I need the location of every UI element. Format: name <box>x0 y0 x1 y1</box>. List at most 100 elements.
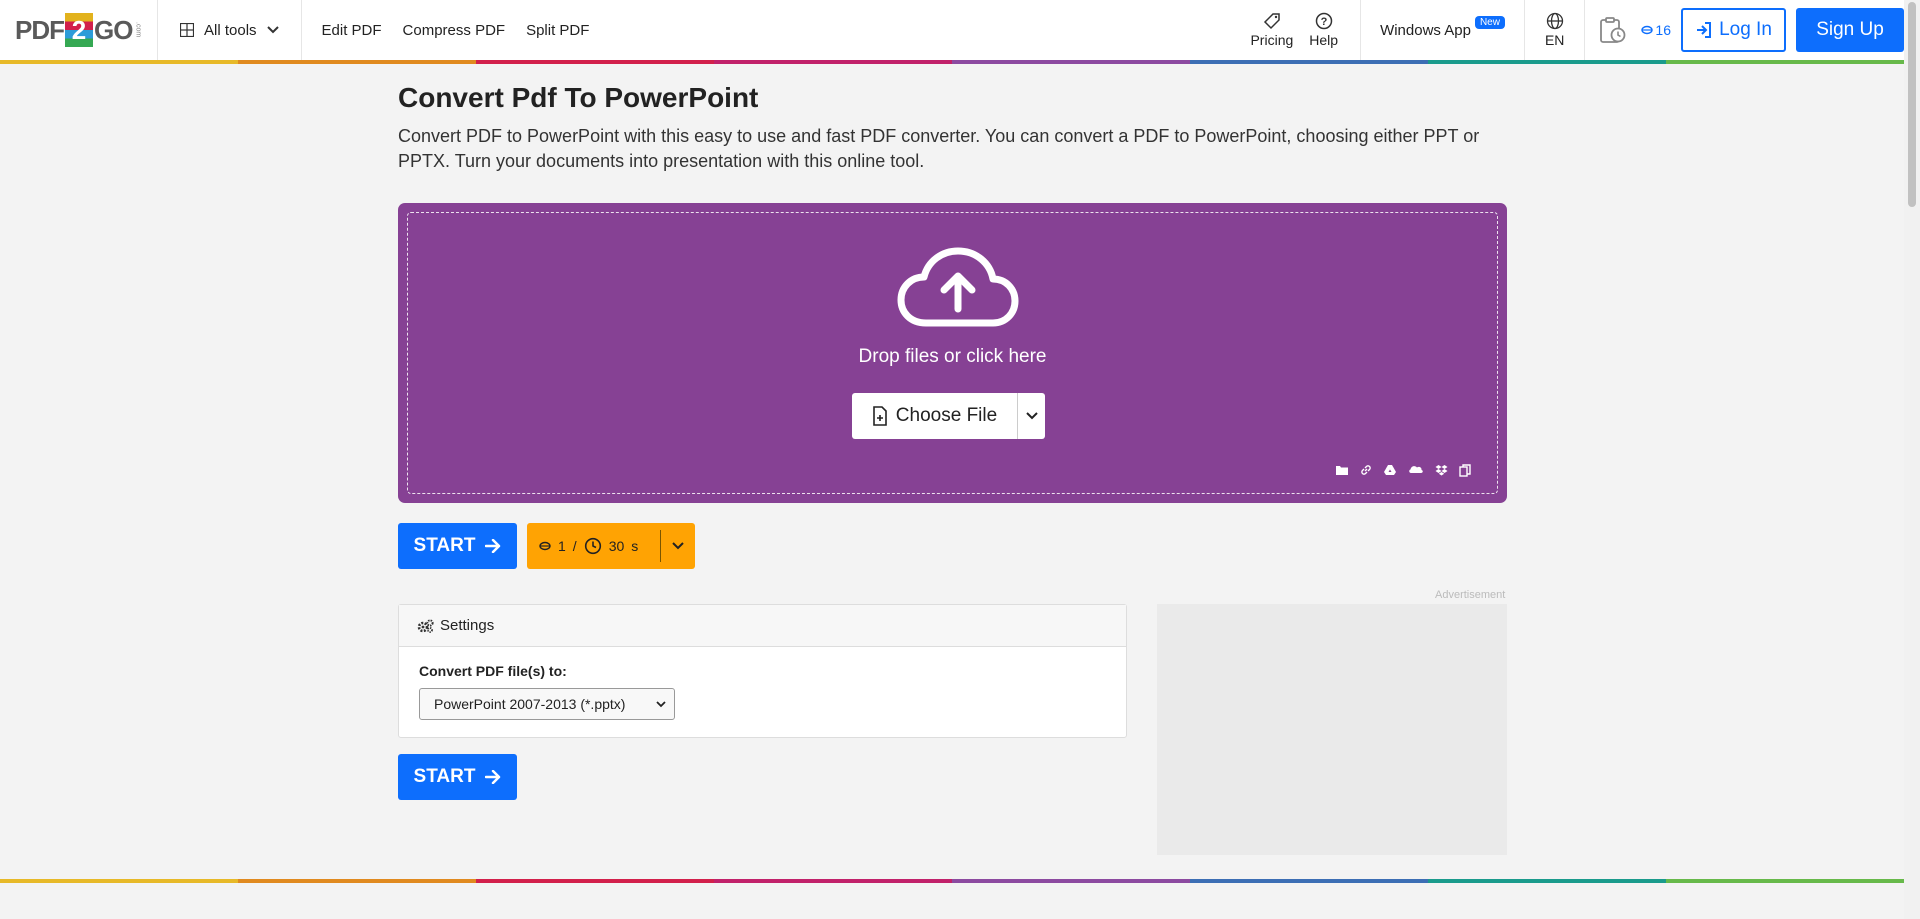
color-segment <box>238 60 476 64</box>
start-button-bottom[interactable]: START <box>398 754 517 800</box>
cost-info: 1 / 30 s <box>527 530 661 562</box>
scrollbar-thumb[interactable] <box>1908 2 1916 207</box>
color-segment <box>1666 60 1904 64</box>
format-selected-value: PowerPoint 2007-2013 (*.pptx) <box>434 696 626 712</box>
language-selector[interactable]: EN <box>1525 12 1584 48</box>
tag-icon <box>1263 13 1280 30</box>
help-button[interactable]: ? Help <box>1301 12 1346 48</box>
file-dropzone[interactable]: Drop files or click here Choose File <box>398 203 1507 503</box>
clock-icon <box>584 537 601 555</box>
link-icon[interactable] <box>1360 464 1372 477</box>
color-segment <box>714 879 952 883</box>
page-description: Convert PDF to PowerPoint with this easy… <box>398 126 1480 171</box>
question-icon: ? <box>1315 12 1332 30</box>
page-title: Convert Pdf To PowerPoint <box>398 82 759 113</box>
signup-button[interactable]: Sign Up <box>1796 8 1904 52</box>
bottom-color-bar <box>0 879 1904 883</box>
pricing-label: Pricing <box>1250 32 1294 48</box>
choose-file-button[interactable]: Choose File <box>852 393 1017 439</box>
credit-cost: 1 <box>558 538 566 554</box>
color-segment <box>1428 879 1666 883</box>
color-segment <box>1190 879 1428 883</box>
all-tools-label: All tools <box>204 21 257 39</box>
gears-icon <box>417 618 434 633</box>
color-segment <box>1428 60 1666 64</box>
advertisement-label: Advertisement <box>1435 589 1506 601</box>
start-button[interactable]: START <box>398 523 517 569</box>
main-content: Convert Pdf To PowerPoint Convert PDF to… <box>398 82 1507 855</box>
upload-sources <box>1335 464 1471 477</box>
history-button[interactable] <box>1585 15 1639 45</box>
logo-com: .com <box>134 22 142 38</box>
page-scrollbar[interactable] <box>1904 0 1920 919</box>
advertisement-box <box>1157 604 1507 855</box>
coin-icon <box>1641 25 1654 35</box>
cost-info-button[interactable]: 1 / 30 s <box>527 523 695 569</box>
login-label: Log In <box>1719 19 1772 40</box>
windows-app-link[interactable]: Windows App New <box>1361 15 1524 39</box>
globe-icon <box>1546 12 1563 30</box>
header-right: Pricing ? Help Windows App New EN 16 Log… <box>1242 0 1904 60</box>
logo[interactable]: PDF 2 GO .com <box>0 0 158 60</box>
color-segment <box>0 879 238 883</box>
convert-to-label: Convert PDF file(s) to: <box>419 663 567 679</box>
folder-icon[interactable] <box>1335 464 1349 477</box>
settings-title: Settings <box>440 617 495 634</box>
color-segment <box>952 60 1190 64</box>
nav-split-pdf[interactable]: Split PDF <box>526 22 589 39</box>
color-segment <box>1666 879 1904 883</box>
choose-file-label: Choose File <box>895 405 998 426</box>
windows-app-label: Windows App <box>1380 21 1471 39</box>
nav-links: Edit PDF Compress PDF Split PDF <box>302 22 590 39</box>
settings-header: Settings <box>399 605 1126 647</box>
nav-compress-pdf[interactable]: Compress PDF <box>403 22 506 39</box>
color-segment <box>476 879 714 883</box>
logo-two: 2 <box>65 13 93 47</box>
chevron-down-icon <box>656 700 666 707</box>
choose-file-dropdown[interactable] <box>1017 393 1045 439</box>
format-select[interactable]: PowerPoint 2007-2013 (*.pptx) <box>419 688 675 720</box>
color-segment <box>238 879 476 883</box>
time-value: 30 <box>608 538 625 554</box>
file-plus-icon <box>872 406 887 426</box>
pricing-button[interactable]: Pricing <box>1242 12 1301 48</box>
choose-file-group: Choose File <box>852 393 1045 439</box>
logo-pdf: PDF <box>15 14 65 45</box>
logo-go: GO <box>94 14 133 45</box>
start-row: START 1 / 30 s <box>398 523 695 569</box>
clipboard-clock-icon <box>1600 17 1626 43</box>
sign-in-icon <box>1697 22 1712 38</box>
google-drive-icon[interactable] <box>1383 464 1397 477</box>
color-segment <box>1190 60 1428 64</box>
coin-icon <box>539 541 551 551</box>
top-header: PDF 2 GO .com All tools Edit PDF Compres… <box>0 0 1904 60</box>
start-label: START <box>413 535 476 556</box>
language-label: EN <box>1544 32 1565 48</box>
grid-icon <box>180 23 194 37</box>
cost-dropdown[interactable] <box>661 542 695 550</box>
start-label: START <box>413 766 476 787</box>
chevron-down-icon <box>266 26 279 34</box>
color-segment <box>714 60 952 64</box>
cost-separator: / <box>572 538 577 554</box>
clipboard-icon[interactable] <box>1459 464 1471 477</box>
all-tools-menu[interactable]: All tools <box>158 0 302 60</box>
credits-counter[interactable]: 16 <box>1639 22 1681 38</box>
arrow-right-icon <box>485 770 501 784</box>
new-badge: New <box>1474 15 1505 29</box>
nav-edit-pdf[interactable]: Edit PDF <box>322 22 382 39</box>
cloud-upload-icon <box>897 247 1019 327</box>
chevron-down-icon <box>1025 412 1038 420</box>
dropbox-icon[interactable] <box>1435 464 1448 477</box>
color-segment <box>0 60 238 64</box>
svg-text:?: ? <box>1320 16 1327 28</box>
credits-value: 16 <box>1655 22 1671 38</box>
color-segment <box>476 60 714 64</box>
settings-body: Convert PDF file(s) to: PowerPoint 2007-… <box>399 647 1126 736</box>
settings-panel: Settings Convert PDF file(s) to: PowerPo… <box>398 604 1127 738</box>
color-segment <box>952 879 1190 883</box>
signup-label: Sign Up <box>1816 19 1884 40</box>
dropzone-inner[interactable]: Drop files or click here Choose File <box>407 212 1498 494</box>
login-button[interactable]: Log In <box>1681 8 1786 52</box>
onedrive-icon[interactable] <box>1408 464 1424 477</box>
